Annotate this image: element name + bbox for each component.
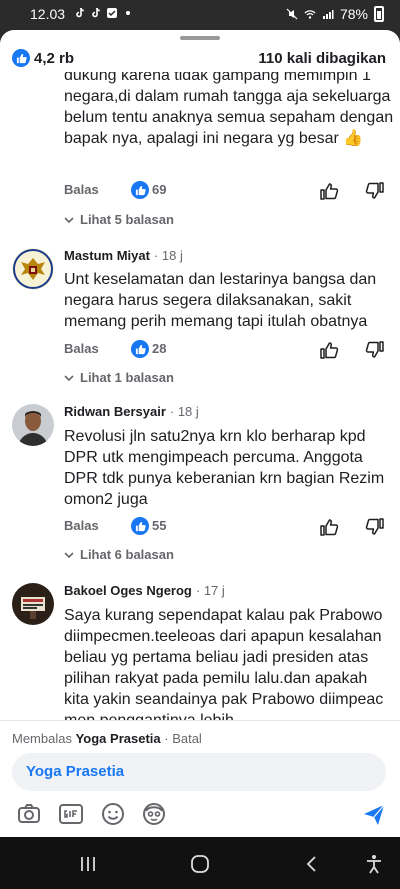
garuda-emblem-icon	[12, 248, 54, 290]
comment-actions: Balas 28	[0, 339, 400, 361]
comment-author-line: Mastum Miyat · 18 j	[64, 248, 183, 263]
chevron-down-icon	[64, 374, 74, 381]
status-bar: 12.03 78%	[0, 0, 400, 30]
composer-toolbar	[0, 801, 400, 831]
chevron-down-icon	[64, 551, 74, 558]
avatar[interactable]	[12, 583, 54, 625]
comment-input[interactable]: Yoga Prasetia	[12, 753, 386, 791]
comment-actions: Balas 69	[0, 180, 400, 202]
like-icon	[131, 517, 149, 535]
comment-text: dukung karena tidak gampang memimpin 1 n…	[64, 72, 394, 147]
like-reaction-icon[interactable]	[12, 49, 30, 67]
comment-text: Saya kurang sependapat kalau pak Prabowo…	[64, 607, 384, 720]
mute-icon	[286, 8, 298, 20]
comment-time: · 18 j	[169, 404, 199, 419]
send-icon[interactable]	[362, 803, 386, 827]
comment-text: Revolusi jln satu2nya krn klo berharap k…	[64, 428, 385, 508]
thumbs-down-icon[interactable]	[365, 340, 385, 360]
author-name[interactable]: Bakoel Oges Ngerog	[64, 583, 192, 598]
drag-handle[interactable]	[180, 36, 220, 40]
profile-photo-icon	[12, 583, 54, 625]
thumbs-up-icon[interactable]	[319, 340, 339, 360]
like-count[interactable]: 69	[152, 182, 166, 197]
reply-button[interactable]: Balas	[64, 182, 99, 197]
thumbs-down-icon[interactable]	[365, 181, 385, 201]
view-replies-label: Lihat 5 balasan	[80, 212, 174, 227]
avatar[interactable]	[12, 404, 54, 446]
post-stats: 4,2 rb 110 kali dibagikan	[0, 48, 400, 72]
emoji-icon[interactable]	[100, 801, 126, 827]
view-replies-link[interactable]: Lihat 6 balasan	[64, 547, 174, 562]
author-name[interactable]: Mastum Miyat	[64, 248, 150, 263]
signal-icon	[322, 10, 334, 19]
share-count[interactable]: 110 kali dibagikan	[258, 50, 386, 67]
recent-apps-icon[interactable]	[77, 853, 99, 875]
like-count[interactable]: 28	[152, 341, 166, 356]
view-replies-label: Lihat 6 balasan	[80, 547, 174, 562]
view-replies-label: Lihat 1 balasan	[80, 370, 174, 385]
accessibility-icon[interactable]	[363, 853, 385, 875]
battery-percent: 78%	[339, 6, 368, 22]
notification-icons	[74, 7, 134, 19]
comments-sheet[interactable]: 4,2 rb 110 kali dibagikan dukung karena …	[0, 30, 400, 720]
author-name[interactable]: Ridwan Bersyair	[64, 404, 166, 419]
replying-prefix: Membalas	[12, 731, 72, 746]
thumbs-down-icon[interactable]	[365, 517, 385, 537]
tiktok-icon	[92, 7, 100, 18]
reply-button[interactable]: Balas	[64, 518, 99, 533]
cancel-reply-button[interactable]: · Batal	[164, 731, 202, 746]
comment-author-line: Ridwan Bersyair · 18 j	[64, 404, 199, 419]
comment-time: · 18 j	[153, 248, 183, 263]
comment-text: Unt keselamatan dan lestarinya bangsa da…	[64, 271, 377, 330]
chevron-down-icon	[64, 216, 74, 223]
thumbs-up-icon[interactable]	[319, 517, 339, 537]
battery-icon	[374, 6, 384, 22]
comment-time: · 17 j	[195, 583, 225, 598]
replying-to-name: Yoga Prasetia	[75, 731, 161, 746]
home-icon[interactable]	[189, 853, 211, 875]
like-icon	[131, 181, 149, 199]
comment-author-line: Bakoel Oges Ngerog · 17 j	[64, 583, 225, 598]
system-navigation-bar	[0, 837, 400, 889]
avatar-sticker-icon[interactable]	[141, 801, 167, 827]
reply-button[interactable]: Balas	[64, 341, 99, 356]
replying-to-bar: Membalas Yoga Prasetia · Batal	[12, 731, 202, 746]
gif-icon[interactable]	[58, 801, 84, 827]
checkbox-icon	[107, 8, 117, 18]
back-icon[interactable]	[301, 853, 323, 875]
profile-photo-icon	[12, 404, 54, 446]
reply-composer: Membalas Yoga Prasetia · Batal Yoga Pras…	[0, 720, 400, 837]
thumbs-up-icon[interactable]	[319, 181, 339, 201]
tiktok-icon	[76, 7, 84, 18]
wifi-icon	[304, 10, 316, 19]
view-replies-link[interactable]: Lihat 1 balasan	[64, 370, 174, 385]
like-icon	[131, 340, 149, 358]
avatar[interactable]	[12, 248, 54, 290]
like-count[interactable]: 55	[152, 518, 166, 533]
clock: 12.03	[30, 6, 66, 22]
view-replies-link[interactable]: Lihat 5 balasan	[64, 212, 174, 227]
mention-tag[interactable]: Yoga Prasetia	[26, 763, 124, 780]
reaction-count[interactable]: 4,2 rb	[34, 50, 74, 67]
system-icons: 78%	[286, 6, 384, 22]
dot-icon	[126, 11, 130, 15]
camera-icon[interactable]	[16, 801, 42, 827]
comment-actions: Balas 55	[0, 516, 400, 538]
